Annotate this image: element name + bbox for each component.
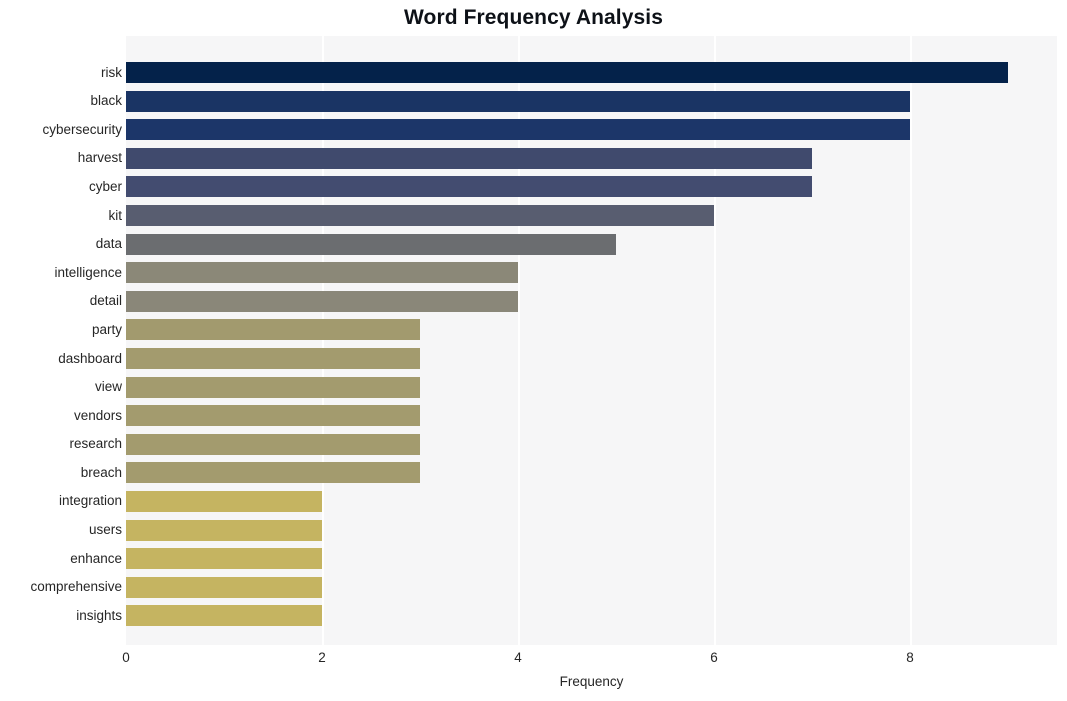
- y-tick-label-cybersecurity: cybersecurity: [42, 121, 122, 137]
- y-tick-label-harvest: harvest: [77, 150, 122, 166]
- x-tick-label-2: 2: [318, 650, 326, 665]
- bar-intelligence[interactable]: [126, 262, 518, 284]
- bar-users[interactable]: [126, 519, 322, 541]
- x-axis-label: Frequency: [559, 674, 624, 689]
- bar-risk[interactable]: [126, 62, 1008, 84]
- x-tick-label-6: 6: [710, 650, 718, 665]
- y-tick-label-enhance: enhance: [70, 550, 122, 566]
- bar-research[interactable]: [126, 433, 420, 455]
- bar-insights[interactable]: [126, 605, 322, 627]
- y-tick-label-breach: breach: [80, 464, 122, 480]
- bar-integration[interactable]: [126, 490, 322, 512]
- y-tick-label-black: black: [90, 93, 122, 109]
- y-tick-label-kit: kit: [108, 207, 123, 223]
- y-tick-label-data: data: [95, 236, 122, 252]
- y-tick-label-users: users: [88, 522, 122, 538]
- bar-black[interactable]: [126, 90, 910, 112]
- chart-title: Word Frequency Analysis: [403, 6, 664, 29]
- x-axis-tick-labels: 0 2 4 6 8: [0, 650, 1067, 670]
- bar-kit[interactable]: [126, 205, 714, 227]
- word-frequency-chart: Word Frequency Analysis risk black cyberse…: [0, 0, 1067, 701]
- y-tick-label-detail: detail: [89, 293, 122, 309]
- bar-harvest[interactable]: [126, 147, 812, 169]
- x-tick-label-0: 0: [122, 650, 130, 665]
- y-tick-label-insights: insights: [76, 607, 122, 623]
- bar-party[interactable]: [126, 319, 420, 341]
- y-tick-label-vendors: vendors: [73, 407, 122, 423]
- y-tick-label-cyber: cyber: [88, 178, 122, 194]
- y-tick-label-integration: integration: [58, 493, 122, 509]
- bar-view[interactable]: [126, 376, 420, 398]
- x-tick-label-4: 4: [514, 650, 522, 665]
- y-axis-tick-labels: risk black cybersecurity harvest cyber kit dat…: [0, 36, 122, 645]
- y-tick-label-research: research: [69, 436, 122, 452]
- bar-breach[interactable]: [126, 462, 420, 484]
- x-tick-label-8: 8: [906, 650, 914, 665]
- bar-detail[interactable]: [126, 290, 518, 312]
- bar-cybersecurity[interactable]: [126, 119, 910, 141]
- y-tick-label-intelligence: intelligence: [54, 264, 122, 280]
- bar-comprehensive[interactable]: [126, 576, 322, 598]
- y-tick-label-risk: risk: [101, 64, 122, 80]
- y-tick-label-dashboard: dashboard: [58, 350, 122, 366]
- bar-cyber[interactable]: [126, 176, 812, 198]
- bar-data[interactable]: [126, 233, 616, 255]
- bars-layer: [126, 36, 1057, 645]
- bar-vendors[interactable]: [126, 405, 420, 427]
- bar-dashboard[interactable]: [126, 348, 420, 369]
- bar-enhance[interactable]: [126, 548, 322, 570]
- y-tick-label-comprehensive: comprehensive: [30, 579, 122, 595]
- y-tick-label-party: party: [91, 321, 122, 337]
- y-tick-label-view: view: [94, 379, 122, 395]
